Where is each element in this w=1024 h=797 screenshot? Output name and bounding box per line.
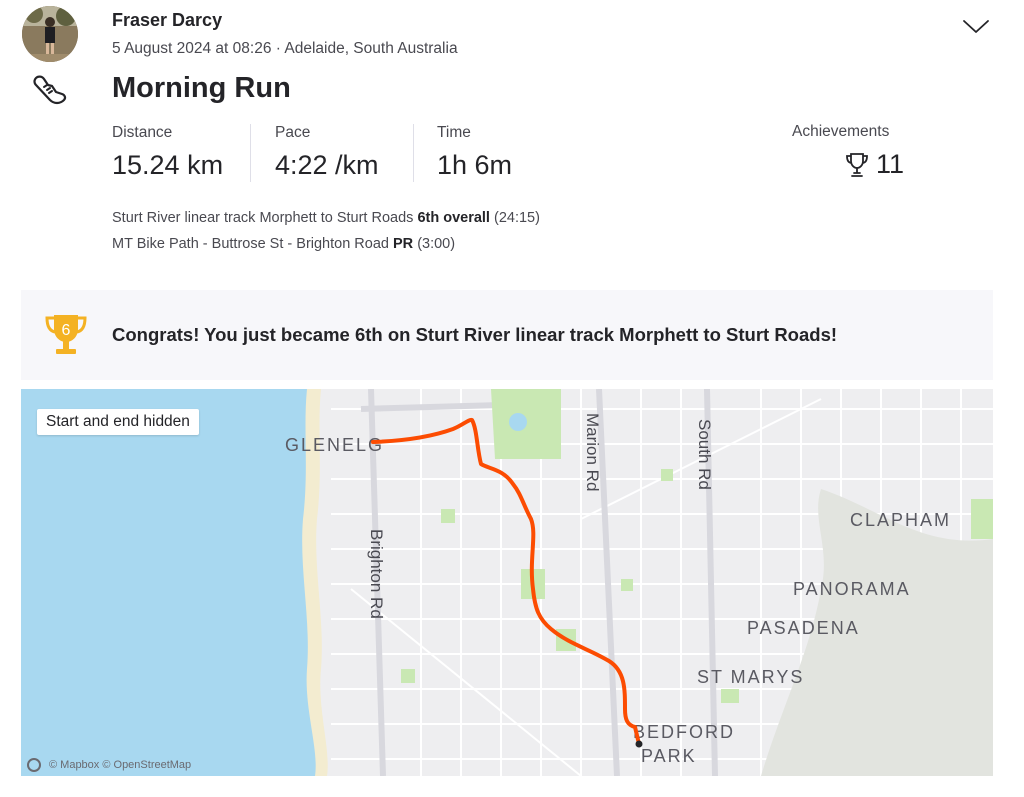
privacy-badge: Start and end hidden <box>37 409 199 435</box>
segment-time: (3:00) <box>417 236 456 252</box>
stat-label: Distance <box>112 124 173 141</box>
achievements-value: 11 <box>876 149 905 179</box>
stat-label: Pace <box>275 124 311 141</box>
avatar[interactable] <box>22 6 78 62</box>
map-label-park: PARK <box>641 746 697 766</box>
athlete-name[interactable]: Fraser Darcy <box>112 10 222 31</box>
segment-result: PR <box>393 236 414 252</box>
map-label-panorama: PANORAMA <box>793 579 911 599</box>
map-label-bedford: BEDFORD <box>633 722 735 742</box>
stat-label: Time <box>437 124 471 141</box>
map-label-glenelg: GLENELG <box>285 435 384 455</box>
running-shoe-icon <box>30 70 70 110</box>
map-label-pasadena: PASADENA <box>747 618 860 638</box>
segment-name[interactable]: Sturt River linear track Morphett to Stu… <box>112 210 413 226</box>
map-label-south-rd: South Rd <box>695 419 714 490</box>
map-attribution[interactable]: © Mapbox © OpenStreetMap <box>27 758 191 772</box>
activity-title[interactable]: Morning Run <box>112 72 291 105</box>
segment-effort[interactable]: MT Bike Path - Buttrose St - Brighton Ro… <box>112 236 455 252</box>
map-label-brighton-rd: Brighton Rd <box>367 529 386 619</box>
stat-value: 15.24 km <box>112 150 224 180</box>
route-map[interactable]: GLENELG CLAPHAM PANORAMA PASADENA ST MAR… <box>21 389 993 776</box>
achievements[interactable]: Achievements 11 <box>792 123 912 179</box>
stat-divider <box>413 124 414 182</box>
segment-time: (24:15) <box>494 210 540 226</box>
congrats-text: Congrats! You just became 6th on Sturt R… <box>112 324 838 345</box>
mapbox-logo-icon[interactable] <box>27 758 41 772</box>
activity-meta: 5 August 2024 at 08:26 · Adelaide, South… <box>112 40 458 57</box>
stat-time: Time 1h 6m <box>437 124 512 181</box>
map-label-st-marys: ST MARYS <box>697 667 804 687</box>
trophy-icon: 6 <box>43 312 89 363</box>
trophy-icon <box>846 152 868 177</box>
trophy-rank: 6 <box>62 322 71 339</box>
stat-distance: Distance 15.24 km <box>112 124 223 181</box>
achievements-count: 11 <box>844 149 904 180</box>
segment-name[interactable]: MT Bike Path - Buttrose St - Brighton Ro… <box>112 236 389 252</box>
stat-divider <box>250 124 251 182</box>
stat-value: 4:22 /km <box>275 150 379 180</box>
chevron-down-icon[interactable] <box>962 16 990 36</box>
stat-value: 1h 6m <box>437 150 513 180</box>
congrats-banner: 6 Congrats! You just became 6th on Sturt… <box>21 290 993 380</box>
map-label-marion-rd: Marion Rd <box>583 413 602 491</box>
segment-effort[interactable]: Sturt River linear track Morphett to Stu… <box>112 210 540 226</box>
map-label-clapham: CLAPHAM <box>850 510 951 530</box>
stat-pace: Pace 4:22 /km <box>275 124 379 181</box>
achievements-label: Achievements <box>792 123 890 140</box>
segment-result: 6th overall <box>417 210 490 226</box>
attribution-text[interactable]: © Mapbox © OpenStreetMap <box>49 759 191 771</box>
